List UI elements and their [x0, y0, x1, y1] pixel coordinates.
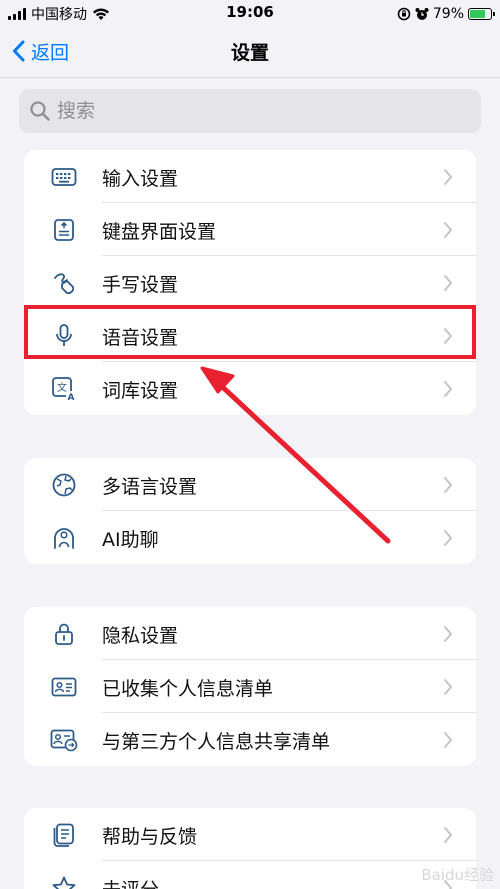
- settings-group-help: 帮助与反馈 去评分: [24, 808, 476, 889]
- settings-item-multilanguage[interactable]: 多语言设置: [24, 458, 476, 511]
- chevron-right-icon: [444, 679, 452, 695]
- chevron-right-icon: [444, 732, 452, 748]
- settings-item-privacy[interactable]: 隐私设置: [24, 607, 476, 660]
- globe-icon: [50, 471, 78, 499]
- lock-icon: [50, 620, 78, 648]
- settings-item-label: 与第三方个人信息共享清单: [102, 731, 331, 753]
- svg-text:文: 文: [57, 381, 67, 394]
- battery-icon: [468, 8, 495, 20]
- chevron-right-icon: [444, 222, 452, 238]
- handwriting-icon: [50, 269, 78, 297]
- settings-item-handwriting[interactable]: 手写设置: [24, 256, 476, 309]
- status-bar: 中国移动 19:06 79%: [0, 0, 500, 28]
- help-icon: [50, 821, 78, 849]
- settings-item-label: 隐私设置: [102, 625, 179, 647]
- chevron-right-icon: [444, 169, 452, 185]
- id-card-icon: [50, 673, 78, 701]
- chevron-right-icon: [444, 381, 452, 397]
- chevron-right-icon: [444, 827, 452, 843]
- keyboard-icon: [50, 163, 78, 191]
- highlight-box: [24, 305, 476, 359]
- ai-chat-icon: [50, 524, 78, 552]
- navigation-bar: 返回 设置: [0, 28, 500, 76]
- share-card-icon: [50, 726, 78, 754]
- chevron-right-icon: [444, 626, 452, 642]
- settings-item-rate[interactable]: 去评分: [24, 861, 476, 889]
- settings-item-label: 去评分: [102, 875, 159, 889]
- settings-item-label: AI助聊: [102, 529, 159, 551]
- chevron-right-icon: [444, 530, 452, 546]
- dictionary-icon: 文 A: [50, 375, 78, 403]
- svg-text:A: A: [68, 393, 75, 402]
- page-title: 设置: [230, 42, 269, 64]
- settings-item-label: 词库设置: [102, 380, 179, 402]
- star-icon: [50, 874, 78, 889]
- settings-item-help[interactable]: 帮助与反馈: [24, 808, 476, 861]
- search-icon: [30, 101, 50, 121]
- settings-item-keyboard-layout[interactable]: 键盘界面设置: [24, 203, 476, 256]
- keyboard-layout-icon: [50, 216, 78, 244]
- settings-item-label: 已收集个人信息清单: [102, 678, 274, 700]
- nav-divider: [0, 77, 500, 78]
- settings-item-label: 键盘界面设置: [102, 221, 217, 243]
- settings-item-label: 多语言设置: [102, 476, 198, 498]
- settings-group-language: 多语言设置 AI助聊: [24, 458, 476, 564]
- rotation-lock-icon: [397, 7, 411, 21]
- watermark: Baidu经验: [421, 866, 494, 884]
- settings-group-input: 输入设置 键盘界面设置 手写设置 语音设置 文 A 词库设置: [24, 150, 476, 415]
- status-right: 79%: [397, 4, 495, 24]
- settings-item-label: 手写设置: [102, 274, 179, 296]
- battery-percent: 79%: [432, 6, 464, 22]
- settings-item-third-party-sharing[interactable]: 与第三方个人信息共享清单: [24, 713, 476, 766]
- chevron-right-icon: [444, 275, 452, 291]
- settings-item-ai-chat[interactable]: AI助聊: [24, 511, 476, 564]
- settings-group-privacy: 隐私设置 已收集个人信息清单 与第三方个人信息共享清单: [24, 607, 476, 766]
- settings-item-label: 输入设置: [102, 168, 179, 190]
- search-bar[interactable]: [19, 89, 481, 133]
- settings-item-label: 帮助与反馈: [102, 826, 198, 848]
- settings-item-collected-info[interactable]: 已收集个人信息清单: [24, 660, 476, 713]
- alarm-icon: [415, 8, 429, 20]
- settings-item-dictionary[interactable]: 文 A 词库设置: [24, 362, 476, 415]
- search-input[interactable]: [57, 100, 457, 122]
- settings-item-input[interactable]: 输入设置: [24, 150, 476, 203]
- chevron-right-icon: [444, 477, 452, 493]
